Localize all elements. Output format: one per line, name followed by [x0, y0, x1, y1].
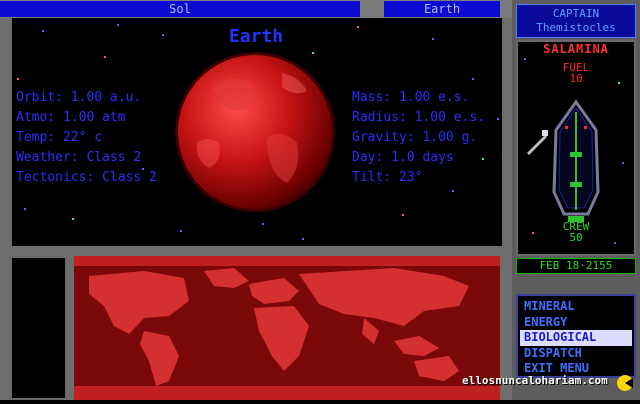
bar-separator	[360, 1, 384, 17]
menu-item-energy[interactable]: ENERGY	[520, 315, 632, 331]
planet-name: Earth	[384, 1, 500, 17]
gravity-stat: Gravity: 1.00 g.	[352, 130, 478, 145]
stardate: FEB 18·2155	[516, 258, 636, 274]
temperature-stat: Temp: 22° c	[16, 130, 103, 145]
weather-stat: Weather: Class 2	[16, 150, 142, 165]
menu-item-dispatch[interactable]: DISPATCH	[520, 346, 632, 362]
tectonics-stat: Tectonics: Class 2	[16, 170, 157, 185]
left-frame	[0, 18, 10, 400]
surface-map[interactable]	[74, 256, 500, 400]
tilt-stat: Tilt: 23°	[352, 170, 423, 185]
watermark-logo-icon	[616, 374, 634, 396]
radius-stat: Radius: 1.00 e.s.	[352, 110, 486, 125]
menu-item-biological[interactable]: BIOLOGICAL	[520, 330, 632, 346]
ship-name: SALAMINA	[543, 42, 609, 56]
lower-frame	[67, 256, 74, 400]
crew-value: 50	[569, 231, 583, 244]
crew-gauge: CREW 50	[516, 221, 636, 243]
fuel-value: 10	[569, 72, 583, 85]
planet-title: Earth	[228, 26, 284, 47]
fuel-gauge: FUEL 10	[516, 62, 636, 84]
captain-label: CAPTAIN	[552, 7, 600, 20]
scan-panel	[10, 256, 67, 400]
captain-name: Themistocles	[536, 21, 616, 34]
site-watermark: ellosnuncalohariam.com	[462, 374, 608, 387]
day-stat: Day: 1.0 days	[352, 150, 454, 165]
location-bar: Sol Earth	[0, 0, 512, 18]
system-name: Sol	[0, 1, 360, 17]
probe-icon	[526, 130, 548, 156]
mass-stat: Mass: 1.00 e.s.	[352, 90, 470, 105]
planet-globe	[175, 52, 335, 212]
atmosphere-stat: Atmo: 1.00 atm	[16, 110, 126, 125]
planet-menu: MINERAL ENERGY BIOLOGICAL DISPATCH EXIT …	[516, 294, 636, 378]
orbit-stat: Orbit: 1.00 a.u.	[16, 90, 142, 105]
captain-panel: CAPTAIN Themistocles	[516, 4, 636, 38]
menu-item-mineral[interactable]: MINERAL	[520, 299, 632, 315]
ship-icon	[552, 99, 600, 222]
world-map-image	[74, 256, 500, 400]
middle-divider	[0, 246, 512, 256]
